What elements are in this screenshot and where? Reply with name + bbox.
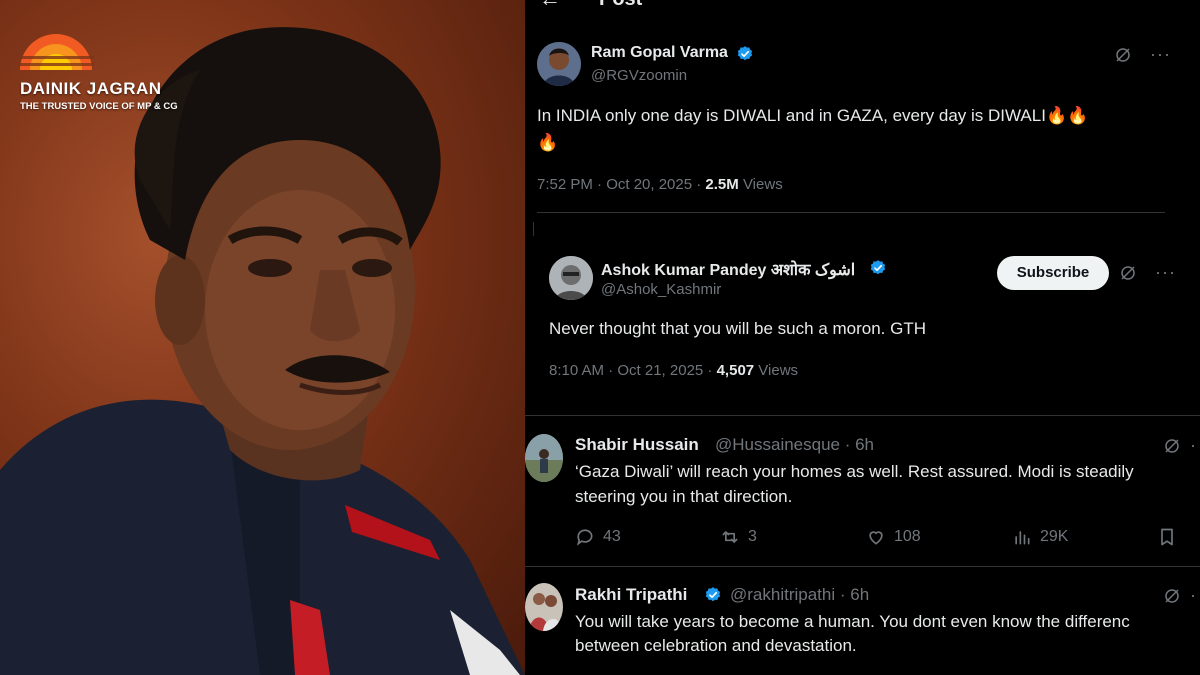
author-name[interactable]: Ram Gopal Varma <box>591 44 728 62</box>
more-options-icon[interactable]: · <box>1190 586 1197 604</box>
post-header: ← Post <box>525 0 1200 12</box>
author-name[interactable]: Rakhi Tripathi <box>575 585 687 605</box>
more-options-icon[interactable]: ··· <box>1155 263 1176 281</box>
page-title: Post <box>599 0 642 10</box>
divider <box>525 415 1200 416</box>
tweet-text: Never thought that you will be such a mo… <box>549 319 927 338</box>
reply-icon <box>576 529 593 546</box>
verified-badge-icon <box>870 260 886 275</box>
brand-name: DAINIK JAGRAN <box>20 79 162 98</box>
repost-count: 3 <box>748 528 757 545</box>
reply-text: You will take years to become a human. Y… <box>575 612 1130 631</box>
avatar[interactable] <box>525 434 563 482</box>
sun-logo-icon <box>18 34 94 70</box>
more-options-icon[interactable]: ··· <box>1150 45 1171 63</box>
dainik-jagran-logo: DAINIK JAGRAN THE TRUSTED VOICE OF MP & … <box>18 30 198 120</box>
tweet-text: In INDIA only one day is DIWALI and in G… <box>537 106 1089 125</box>
subscribe-button[interactable]: Subscribe <box>997 256 1109 290</box>
analytics-icon <box>1015 531 1030 545</box>
grok-icon[interactable] <box>1119 264 1137 282</box>
reply-text: ‘Gaza Diwali’ will reach your homes as w… <box>575 462 1134 481</box>
rakhi-avatar-image <box>525 583 563 631</box>
views-action[interactable]: 29K <box>1012 527 1068 547</box>
divider <box>525 566 1200 567</box>
verified-badge-icon <box>737 46 753 61</box>
view-count: 2.5M <box>705 176 739 193</box>
view-count: 29K <box>1040 528 1069 545</box>
brand-tagline: THE TRUSTED VOICE OF MP & CG <box>20 101 178 112</box>
author-handle[interactable]: @Ashok_Kashmir <box>601 281 721 298</box>
thread-line <box>533 222 534 236</box>
grok-icon[interactable] <box>1163 437 1181 455</box>
avatar[interactable] <box>537 42 581 86</box>
author-name[interactable]: Ashok Kumar Pandey अशोक اشوک <box>601 258 855 280</box>
more-options-icon[interactable]: · <box>1190 436 1197 454</box>
divider <box>537 212 1165 213</box>
bookmark-icon[interactable] <box>1157 527 1177 547</box>
reply-count: 43 <box>603 528 621 545</box>
views-label: Views <box>754 362 799 379</box>
rgv-avatar-image <box>537 42 581 86</box>
reply-action[interactable]: 43 <box>575 527 621 547</box>
back-arrow-icon[interactable]: ← <box>539 0 561 10</box>
author-handle[interactable]: @rakhitripathi · 6h <box>730 585 869 605</box>
avatar[interactable] <box>525 583 563 631</box>
like-action[interactable]: 108 <box>866 527 921 547</box>
repost-action[interactable]: 3 <box>720 527 757 547</box>
tweet-meta: 8:10 AM · Oct 21, 2025 · 4,507 Views <box>549 362 798 379</box>
like-count: 108 <box>894 528 921 545</box>
heart-icon <box>869 531 883 545</box>
grok-icon[interactable] <box>1163 587 1181 605</box>
news-photo: DAINIK JAGRAN THE TRUSTED VOICE OF MP & … <box>0 0 525 675</box>
author-handle[interactable]: @Hussainesque · 6h <box>715 435 874 455</box>
ashok-avatar-image <box>549 256 593 300</box>
reply-text-line2: between celebration and devastation. <box>575 636 857 655</box>
reply-text-line2: steering you in that direction. <box>575 487 793 506</box>
author-name[interactable]: Shabir Hussain <box>575 435 699 455</box>
views-label: Views <box>738 176 783 193</box>
view-count: 4,507 <box>716 362 755 379</box>
repost-icon <box>722 531 738 543</box>
verified-badge-icon <box>705 587 721 602</box>
grok-icon[interactable] <box>1114 46 1132 64</box>
tweet-timestamp[interactable]: 8:10 AM · Oct 21, 2025 · <box>549 362 717 379</box>
shabir-avatar-image <box>525 434 563 482</box>
twitter-post-view: ← Post Ram Gopal Varma @RGVzoomin ··· In… <box>525 0 1200 675</box>
tweet-timestamp[interactable]: 7:52 PM · Oct 20, 2025 · <box>537 176 705 193</box>
tweet-meta: 7:52 PM · Oct 20, 2025 · 2.5M Views <box>537 176 783 193</box>
author-handle[interactable]: @RGVzoomin <box>591 67 687 84</box>
tweet-text-line2: 🔥 <box>537 133 559 152</box>
avatar[interactable] <box>549 256 593 300</box>
